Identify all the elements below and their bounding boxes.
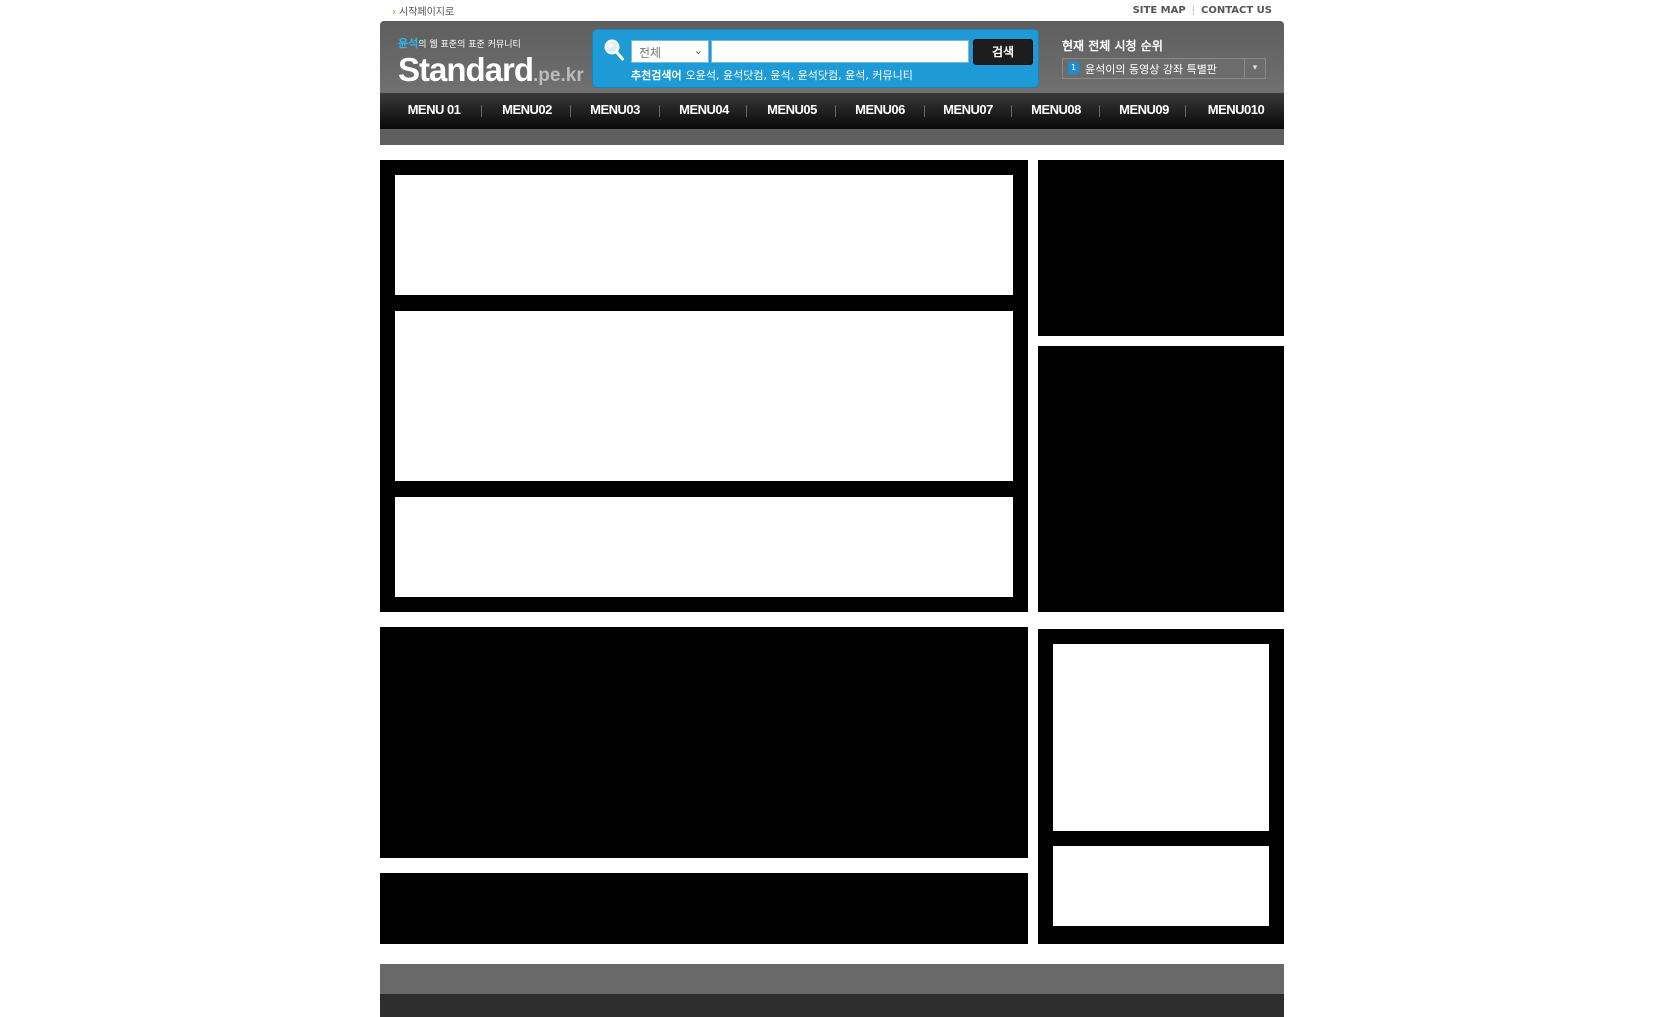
util-separator: | bbox=[1191, 5, 1196, 16]
logo-name-main: Standard bbox=[398, 51, 534, 88]
menu-item-06[interactable]: MENU06 bbox=[840, 93, 920, 129]
chevron-down-icon: ⌄ bbox=[693, 44, 703, 57]
menu-item-07[interactable]: MENU07 bbox=[928, 93, 1008, 129]
menu-item-03[interactable]: MENU03 bbox=[575, 93, 655, 129]
site-logo[interactable]: 윤석의 웹 표준의 표준 커뮤니티 Standard.pe.kr bbox=[398, 35, 584, 93]
recommended-keywords: 추천검색어 오윤석, 윤석닷컴, 윤석, 윤석닷컴, 윤석, 커뮤니티 bbox=[631, 67, 913, 83]
ranking-title: 현재 전체 시청 순위 bbox=[1062, 39, 1163, 53]
arrow-bullet-icon: › bbox=[392, 7, 396, 18]
sub-navigation-bar bbox=[380, 129, 1284, 145]
menu-separator bbox=[746, 105, 747, 117]
search-category-select[interactable]: 전체 ⌄ bbox=[631, 40, 709, 63]
start-page-link[interactable]: › 시작페이지로 bbox=[392, 3, 454, 18]
chevron-down-icon[interactable]: ▾ bbox=[1244, 59, 1265, 78]
sidebar-box-1 bbox=[1053, 644, 1269, 831]
tagline-highlight: 윤석 bbox=[398, 37, 419, 50]
menu-item-01[interactable]: MENU 01 bbox=[394, 93, 474, 129]
menu-separator bbox=[1099, 105, 1100, 117]
menu-separator bbox=[481, 105, 482, 117]
logo-wordmark: Standard.pe.kr bbox=[398, 51, 584, 93]
logo-tagline: 윤석의 웹 표준의 표준 커뮤니티 bbox=[398, 35, 578, 51]
menu-item-04[interactable]: MENU04 bbox=[664, 93, 744, 129]
menu-item-02[interactable]: MENU02 bbox=[487, 93, 567, 129]
logo-name-suffix: .pe.kr bbox=[533, 65, 584, 86]
menu-separator bbox=[835, 105, 836, 117]
ranking-dropdown[interactable]: 1 윤석이의 동영상 강좌 특별판 ▾ bbox=[1062, 58, 1266, 79]
site-map-link[interactable]: SITE MAP bbox=[1133, 5, 1186, 16]
content-box-3 bbox=[395, 497, 1013, 597]
ranking-item: 윤석이의 동영상 강좌 특별판 bbox=[1085, 63, 1217, 76]
main-content-panel bbox=[380, 160, 1028, 612]
contact-us-link[interactable]: CONTACT US bbox=[1201, 5, 1272, 16]
search-input[interactable] bbox=[711, 40, 969, 63]
content-box-2 bbox=[395, 311, 1013, 481]
menu-item-05[interactable]: MENU05 bbox=[752, 93, 832, 129]
menu-separator bbox=[570, 105, 571, 117]
menu-separator bbox=[659, 105, 660, 117]
main-navigation: MENU 01 MENU02 MENU03 MENU04 MENU05 MENU… bbox=[380, 93, 1284, 129]
sidebar-block-1 bbox=[1038, 160, 1284, 336]
menu-separator bbox=[924, 105, 925, 117]
bottom-banner-block bbox=[380, 873, 1028, 944]
menu-item-09[interactable]: MENU09 bbox=[1104, 93, 1184, 129]
footer-top-bar bbox=[380, 964, 1284, 994]
sidebar-box-2 bbox=[1053, 846, 1269, 926]
footer bbox=[380, 994, 1284, 1017]
content-box-1 bbox=[395, 175, 1013, 295]
menu-separator bbox=[1011, 105, 1012, 117]
sidebar-block-2 bbox=[1038, 346, 1284, 612]
rank-number-badge: 1 bbox=[1068, 62, 1079, 74]
sidebar-panel-3 bbox=[1038, 629, 1284, 944]
recommend-keyword-list[interactable]: 오윤석, 윤석닷컴, 윤석, 윤석닷컴, 윤석, 커뮤니티 bbox=[686, 69, 913, 82]
search-box: 전체 ⌄ 검색 추천검색어 오윤석, 윤석닷컴, 윤석, 윤석닷컴, 윤석, 커뮤… bbox=[592, 29, 1039, 88]
search-button[interactable]: 검색 bbox=[973, 39, 1033, 65]
lower-content-block bbox=[380, 627, 1028, 858]
recommend-label: 추천검색어 bbox=[631, 69, 682, 82]
util-links: SITE MAP | CONTACT US bbox=[1133, 5, 1272, 16]
tagline-text: 의 웹 표준의 표준 커뮤니티 bbox=[418, 40, 521, 50]
search-category-value: 전체 bbox=[639, 46, 662, 60]
menu-item-08[interactable]: MENU08 bbox=[1016, 93, 1096, 129]
menu-separator bbox=[1185, 105, 1186, 117]
menu-item-010[interactable]: MENU010 bbox=[1191, 93, 1281, 129]
header: 윤석의 웹 표준의 표준 커뮤니티 Standard.pe.kr 전체 ⌄ 검색… bbox=[380, 21, 1284, 145]
start-page-label: 시작페이지로 bbox=[399, 7, 455, 18]
page-wrapper: › 시작페이지로 SITE MAP | CONTACT US 윤석의 웹 표준의 표준… bbox=[380, 0, 1284, 1017]
magnifier-icon bbox=[604, 39, 624, 61]
